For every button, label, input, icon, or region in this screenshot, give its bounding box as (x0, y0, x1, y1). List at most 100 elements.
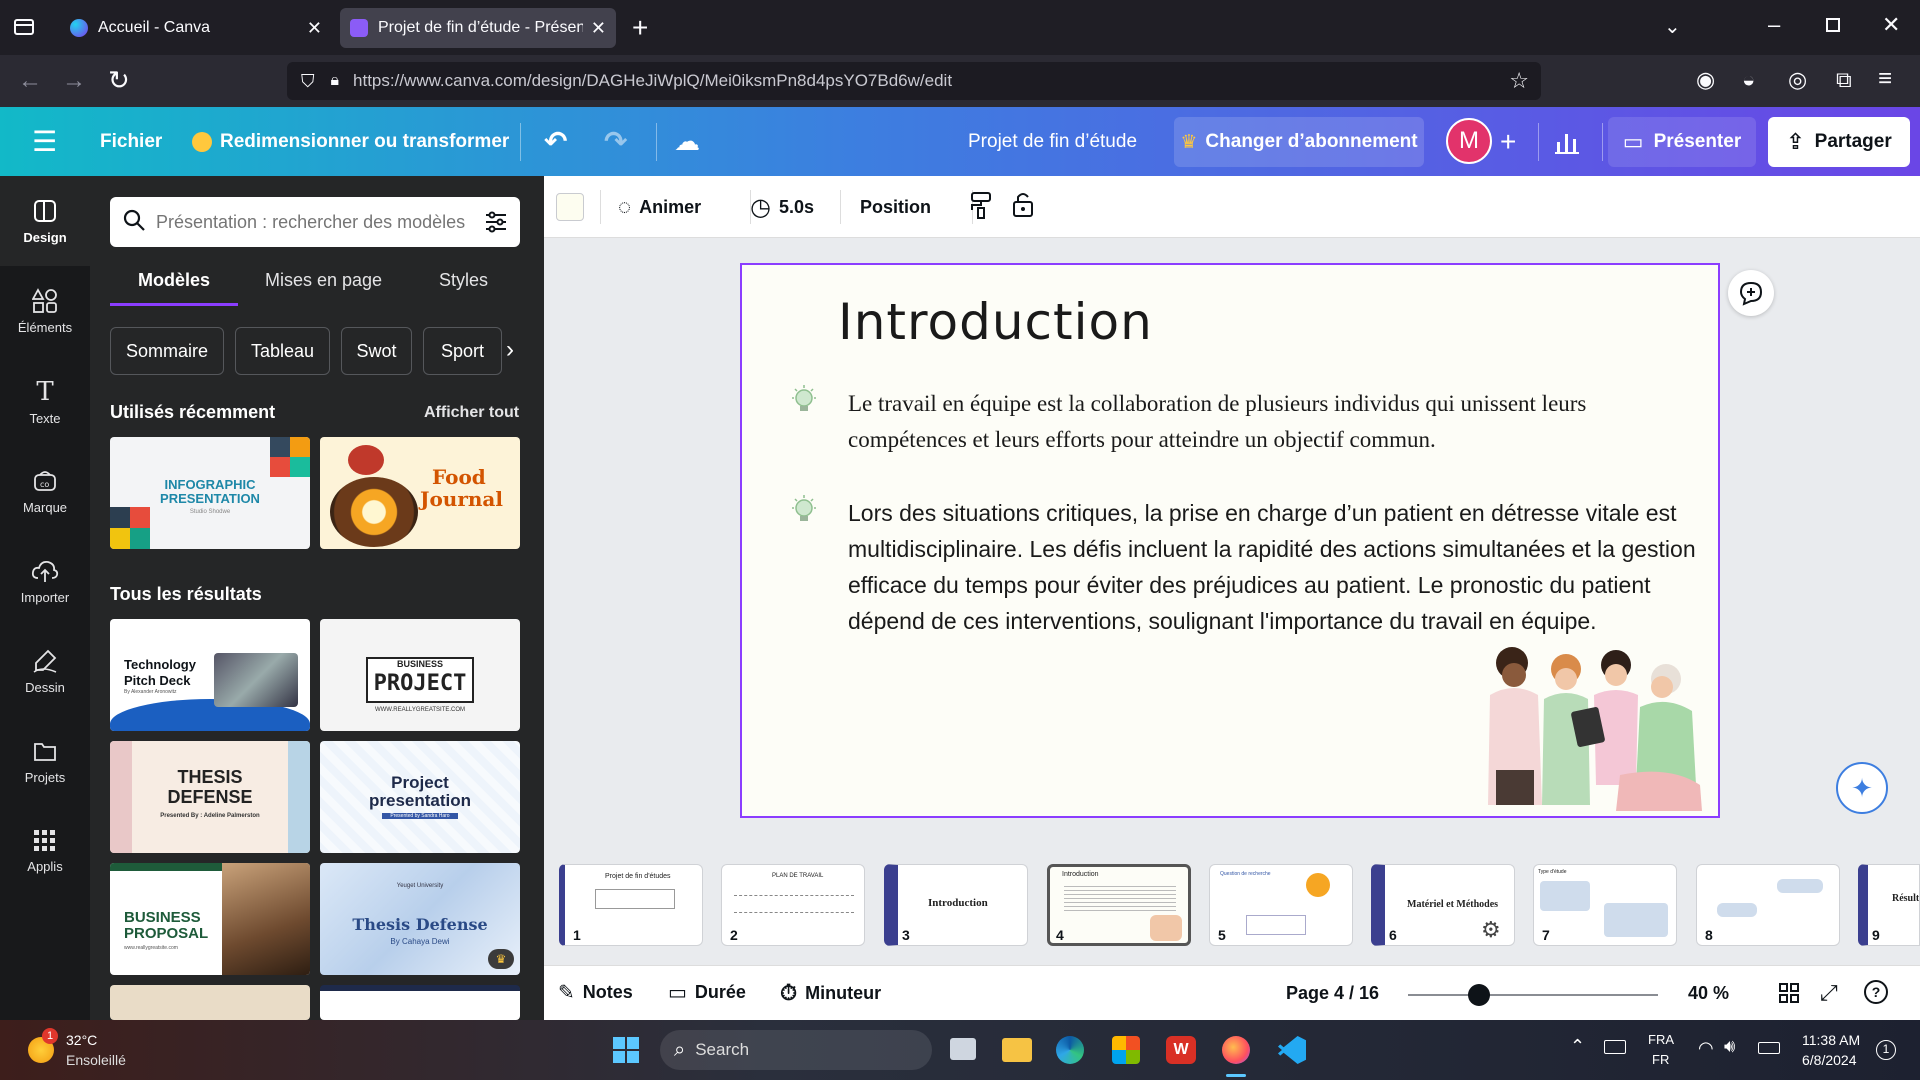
chip-tableau[interactable]: Tableau (235, 327, 330, 375)
notes-button[interactable]: ✎ Notes (558, 980, 633, 1005)
firefox-icon[interactable] (1222, 1036, 1250, 1064)
minimize-icon[interactable]: – (1768, 12, 1780, 38)
close-window-icon[interactable]: ✕ (1882, 12, 1900, 38)
extensions-icon[interactable]: ⧉ (1836, 67, 1852, 93)
zoom-slider-track[interactable] (1408, 984, 1658, 1006)
incognito-icon[interactable]: ◉ (1696, 67, 1715, 93)
page-thumbnail[interactable]: Projet de fin d'études 1 (559, 864, 703, 946)
duration-footer-button[interactable]: ▭ Durée (668, 980, 746, 1005)
template-thesis-defense[interactable]: THESIS DEFENSE Presented By : Adeline Pa… (110, 741, 310, 853)
slide-canvas[interactable]: Introduction Le travail en équipe est la… (740, 263, 1720, 818)
upgrade-button[interactable]: ♛ Changer d’abonnement (1174, 117, 1424, 167)
menu-icon[interactable]: ≡ (1878, 65, 1892, 93)
tab-models[interactable]: Modèles (138, 270, 210, 291)
account-icon[interactable]: ◎ (1788, 67, 1807, 93)
template-partial-1[interactable] (110, 985, 310, 1020)
help-icon[interactable]: ? (1864, 980, 1888, 1004)
bookmark-star-icon[interactable]: ☆ (1509, 68, 1529, 94)
cloud-saved-icon[interactable]: ☁ (674, 107, 700, 176)
browser-tab-accueil[interactable]: Accueil - Canva ✕ (60, 8, 332, 48)
store-icon[interactable] (1112, 1036, 1140, 1064)
template-infographic[interactable]: INFOGRAPHIC PRESENTATION Studio Shodwe (110, 437, 310, 549)
page-thumbnail-selected[interactable]: Introduction 4 (1047, 864, 1191, 946)
resize-button[interactable]: Redimensionner ou transformer (192, 107, 509, 176)
grid-view-icon[interactable] (1778, 982, 1800, 1009)
chip-sport[interactable]: Sport (423, 327, 502, 375)
search-box[interactable] (110, 197, 520, 247)
start-icon[interactable] (612, 1036, 640, 1069)
new-tab-icon[interactable]: + (632, 12, 648, 44)
notification-badge[interactable]: 1 (1876, 1040, 1896, 1060)
template-partial-2[interactable] (320, 985, 520, 1020)
avatar[interactable]: M (1446, 118, 1492, 164)
lang-code[interactable]: FRA (1648, 1032, 1674, 1047)
magic-assistant-icon[interactable]: ✦ (1836, 762, 1888, 814)
battery-icon[interactable] (1758, 1042, 1780, 1054)
slide-title[interactable]: Introduction (838, 293, 1153, 351)
zoom-value[interactable]: 40 % (1688, 983, 1729, 1004)
chip-sommaire[interactable]: Sommaire (110, 327, 224, 375)
forward-icon[interactable]: → (62, 67, 86, 95)
chip-swot[interactable]: Swot (341, 327, 412, 375)
wifi-icon[interactable]: ◠ (1698, 1038, 1714, 1059)
template-project-presentation[interactable]: Project presentation Presented by Sandra… (320, 741, 520, 853)
file-explorer-icon[interactable] (1002, 1038, 1032, 1062)
chevron-right-icon[interactable]: › (506, 336, 514, 364)
template-technology-pitch[interactable]: Technology Pitch Deck By Alexander Arono… (110, 619, 310, 731)
page-thumbnail[interactable]: Matériel et Méthodes ⚙ 6 (1371, 864, 1515, 946)
chevron-down-icon[interactable]: ⌄ (1664, 14, 1681, 39)
tab-styles[interactable]: Styles (439, 270, 488, 291)
close-tab-icon[interactable]: ✕ (307, 18, 322, 39)
wps-office-icon[interactable]: W (1166, 1036, 1196, 1064)
position-button[interactable]: Position (860, 197, 931, 218)
page-thumbnail[interactable]: Introduction 3 (884, 864, 1028, 946)
tab-list-icon[interactable] (12, 16, 36, 38)
template-food-journal[interactable]: Food Journal (320, 437, 520, 549)
filter-icon[interactable] (484, 210, 508, 239)
chevron-up-icon[interactable]: ⌃ (1570, 1036, 1585, 1057)
rail-item-brand[interactable]: co Marque (0, 446, 90, 536)
clock-date[interactable]: 6/8/2024 (1802, 1052, 1857, 1068)
url-bar[interactable]: ⛉ 🔒︎ https://www.canva.com/design/DAGHeJ… (287, 62, 1541, 100)
rail-item-projects[interactable]: Projets (0, 716, 90, 806)
page-thumbnail[interactable]: Type d'étude 7 (1533, 864, 1677, 946)
restore-icon[interactable] (1826, 18, 1840, 32)
edge-icon[interactable] (1056, 1036, 1084, 1064)
page-thumbnail[interactable]: Résult 9 (1858, 864, 1920, 946)
analytics-icon[interactable] (1554, 107, 1580, 176)
pocket-icon[interactable]: ◒ (1742, 67, 1755, 93)
slide-paragraph-1[interactable]: Le travail en équipe est la collaboratio… (848, 386, 1678, 458)
reload-icon[interactable]: ↻ (108, 65, 130, 96)
back-icon[interactable]: ← (18, 67, 42, 95)
clock-time[interactable]: 11:38 AM (1802, 1032, 1860, 1048)
page-thumbnail[interactable]: PLAN DE TRAVAIL 2 (721, 864, 865, 946)
page-indicator[interactable]: Page 4 / 16 (1286, 983, 1379, 1004)
lang-code-2[interactable]: FR (1652, 1052, 1669, 1067)
animate-button[interactable]: ◌ Animer (618, 190, 701, 224)
search-input[interactable] (156, 211, 466, 233)
volume-icon[interactable]: 🔊︎ (1724, 1036, 1735, 1057)
template-business-project[interactable]: BUSINESS PROJECT WWW.REALLYGREATSITE.COM (320, 619, 520, 731)
taskbar-search[interactable]: ⌕ Search (660, 1030, 932, 1070)
fullscreen-icon[interactable]: ⤢ (1820, 980, 1838, 1006)
rail-item-design[interactable]: Design (0, 176, 90, 266)
shield-icon[interactable]: ⛉ (301, 71, 315, 92)
close-tab-icon[interactable]: ✕ (591, 18, 606, 39)
template-business-proposal[interactable]: BUSINESS PROPOSAL www.reallygreatsite.co… (110, 863, 310, 975)
page-thumbnail[interactable]: 8 (1696, 864, 1840, 946)
redo-icon[interactable]: ↷ (604, 107, 627, 176)
vscode-icon[interactable] (1278, 1036, 1306, 1064)
rail-item-elements[interactable]: Éléments (0, 266, 90, 356)
paint-roller-icon[interactable] (968, 190, 994, 225)
share-button[interactable]: ⇪ Partager (1768, 117, 1910, 167)
template-thesis-defense-blue[interactable]: Yeuget University Thesis Defense By Caha… (320, 863, 520, 975)
rail-item-upload[interactable]: Importer (0, 536, 90, 626)
see-all-link[interactable]: Afficher tout (424, 404, 519, 422)
rail-item-draw[interactable]: Dessin (0, 626, 90, 716)
medical-team-illustration[interactable] (1470, 635, 1710, 815)
background-color-swatch[interactable] (556, 193, 584, 221)
undo-icon[interactable]: ↶ (544, 107, 567, 176)
rail-item-text[interactable]: T Texte (0, 356, 90, 446)
present-button[interactable]: ▭ Présenter (1608, 117, 1756, 167)
timer-button[interactable]: ⏱ Minuteur (780, 980, 881, 1006)
